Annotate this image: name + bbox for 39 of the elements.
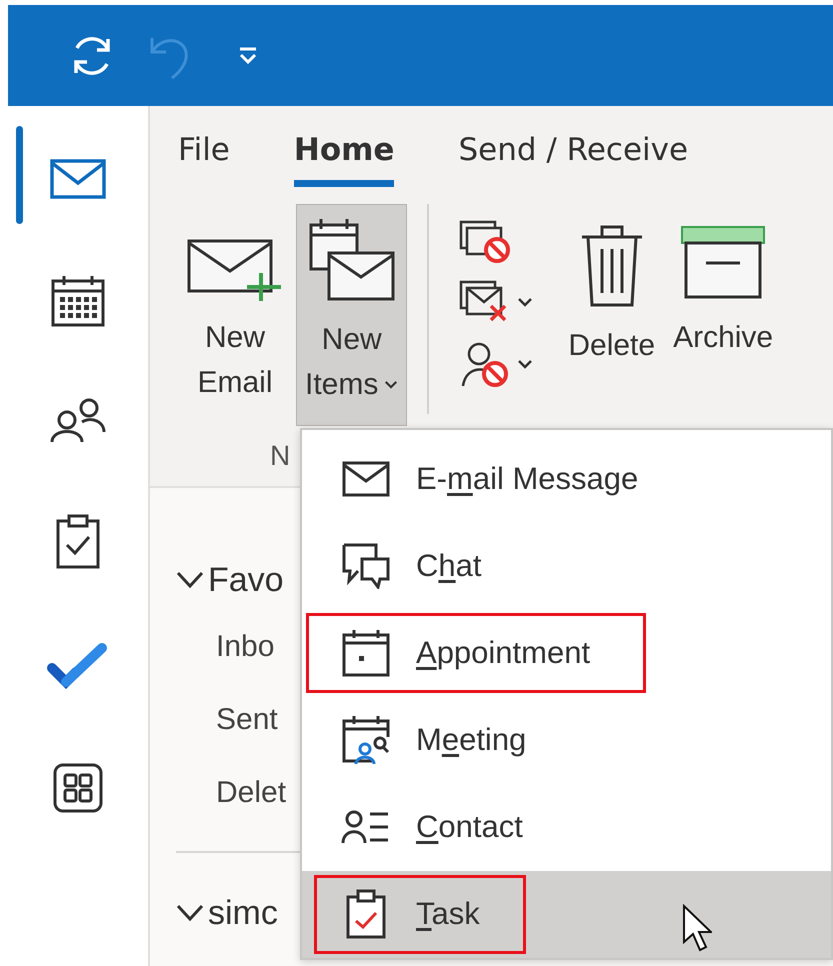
checkmark-icon[interactable] <box>46 642 110 690</box>
chevron-down-icon[interactable] <box>176 904 204 922</box>
apps-icon[interactable] <box>52 762 104 814</box>
menu-item[interactable]: Contact <box>302 784 831 871</box>
chat-icon <box>340 542 392 589</box>
delete-button[interactable]: Delete <box>559 204 664 426</box>
folder-item[interactable]: Sent <box>176 683 278 756</box>
calendar-icon[interactable] <box>50 273 106 329</box>
ribbon-tab[interactable]: File <box>178 124 230 186</box>
chevron-down-icon[interactable] <box>517 359 534 369</box>
folder-group-header[interactable]: simc <box>208 894 278 932</box>
mail-icon <box>340 460 392 497</box>
ignore-icon[interactable] <box>459 220 512 264</box>
group-label: N <box>270 440 290 472</box>
trash-icon <box>580 223 644 309</box>
folder-item[interactable]: Delet <box>176 756 286 829</box>
calendar-icon <box>340 628 392 677</box>
chevron-down-icon[interactable] <box>384 380 398 389</box>
new-items-icon <box>306 217 397 303</box>
folder-group-header[interactable]: Favo <box>208 560 284 600</box>
clipboard-check-icon[interactable] <box>54 513 102 569</box>
menu-item[interactable]: Task <box>302 870 831 958</box>
mail-icon[interactable] <box>50 159 106 199</box>
archive-button[interactable]: Archive <box>664 204 774 426</box>
menu-item[interactable]: Meeting <box>302 696 831 784</box>
new-email-button[interactable]: New Email <box>178 204 292 426</box>
chevron-down-icon[interactable] <box>176 571 204 589</box>
ribbon-tab[interactable]: Home <box>294 124 394 186</box>
menu-item[interactable]: Chat <box>302 522 831 610</box>
mouse-pointer-icon <box>682 904 712 952</box>
people-icon[interactable] <box>48 396 108 444</box>
new-items-button[interactable]: New Items <box>296 204 408 426</box>
meeting-calendar-icon <box>340 715 392 766</box>
archive-box-icon <box>680 225 766 301</box>
chevron-down-icon[interactable] <box>517 297 534 307</box>
folder-item[interactable]: Inbo <box>176 610 274 683</box>
menu-item[interactable]: E-mail Message <box>302 435 831 522</box>
menu-item[interactable]: Appointment <box>302 609 831 697</box>
ribbon-tab[interactable]: Send / Receive <box>458 124 688 186</box>
